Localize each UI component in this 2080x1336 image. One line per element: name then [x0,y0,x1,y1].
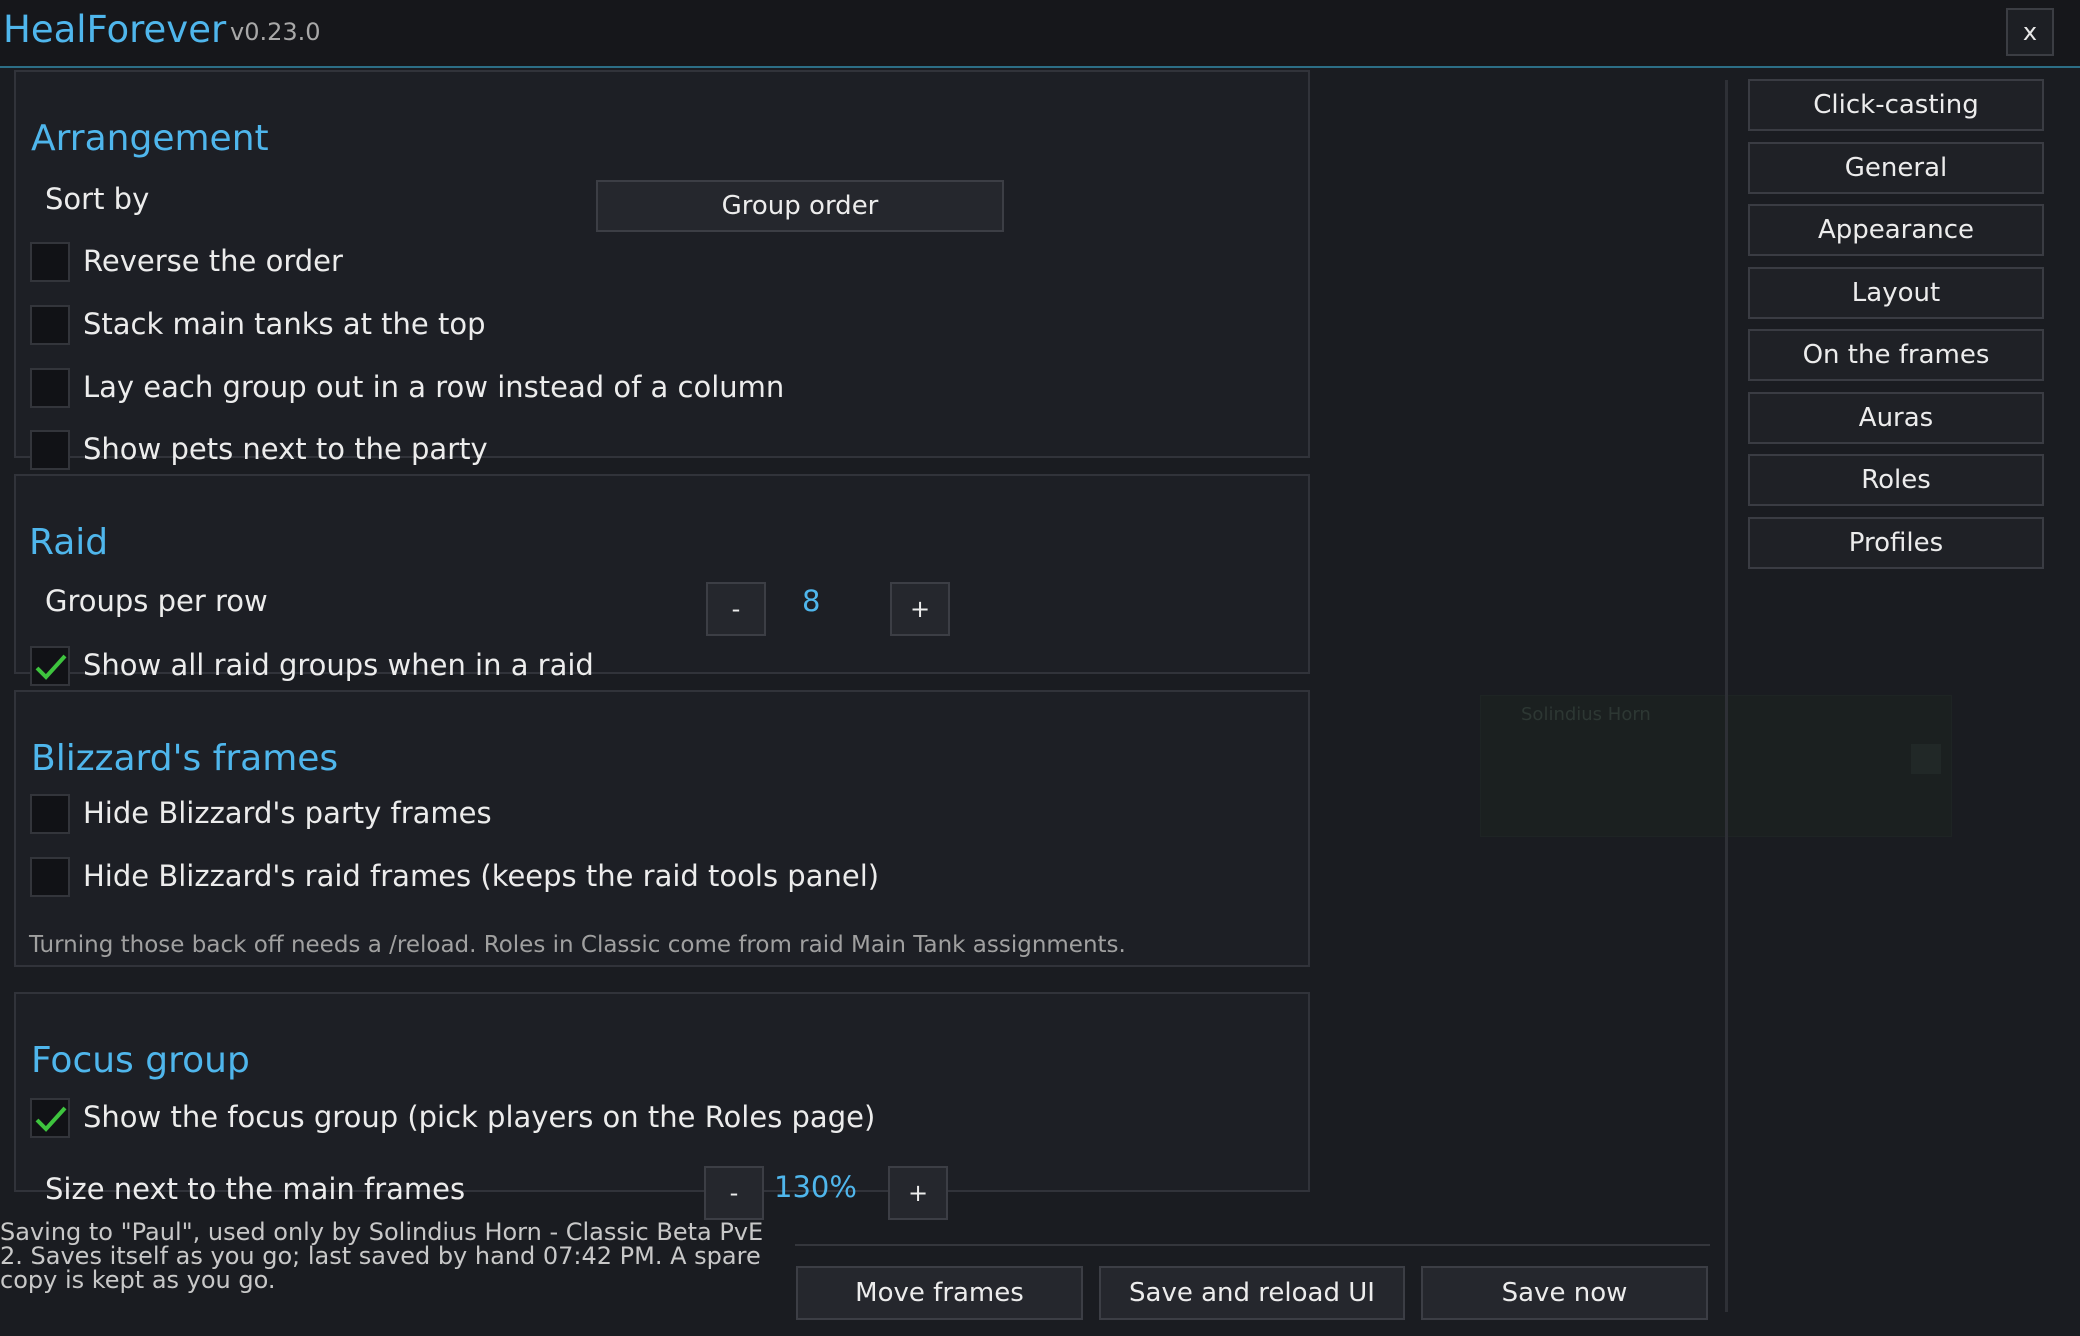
blizzard-frames-panel: Blizzard's frames Hide Blizzard's party … [14,690,1310,967]
nav-auras[interactable]: Auras [1748,392,2044,444]
focus-size-decrement[interactable]: - [704,1166,764,1220]
arrangement-title: Arrangement [31,118,269,159]
sidebar-divider [1725,80,1728,1312]
focus-group-panel: Focus group Show the focus group (pick p… [14,992,1310,1206]
groups-per-row-decrement[interactable]: - [706,582,766,636]
groups-per-row-value: 8 [802,584,821,618]
show-pets-checkbox[interactable] [30,430,70,470]
save-now-button[interactable]: Save now [1421,1266,1708,1320]
checkmark-icon [35,654,67,680]
reverse-order-label: Reverse the order [83,244,343,278]
group-row-checkbox[interactable] [30,368,70,408]
nav-click-casting[interactable]: Click-casting [1748,79,2044,131]
preview-unit-name: Solindius Horn [1521,704,1651,725]
save-status-text: Saving to "Paul", used only by Solindius… [0,1218,764,1294]
nav-general[interactable]: General [1748,142,2044,194]
stack-tanks-label: Stack main tanks at the top [83,307,486,341]
nav-on-the-frames[interactable]: On the frames [1748,329,2044,381]
blizzard-frames-title: Blizzard's frames [31,738,339,779]
footer-divider [795,1244,1710,1246]
groups-per-row-increment[interactable]: + [890,582,950,636]
raid-panel: Raid Groups per row - 8 + Show all raid … [14,474,1310,686]
show-pets-label: Show pets next to the party [83,432,488,466]
preview-role-icon [1911,744,1941,774]
hide-party-frames-checkbox[interactable] [30,794,70,834]
sort-by-label: Sort by [45,182,150,216]
title-bar[interactable]: HealForever v0.23.0 x [0,0,2080,68]
nav-profiles[interactable]: Profiles [1748,517,2044,569]
addon-window: HealForever v0.23.0 x Solindius Horn Arr… [0,0,2080,1336]
move-frames-button[interactable]: Move frames [796,1266,1083,1320]
hide-party-frames-label: Hide Blizzard's party frames [83,796,492,830]
stack-tanks-checkbox[interactable] [30,305,70,345]
focus-size-label: Size next to the main frames [45,1172,466,1206]
reload-note: Turning those back off needs a /reload. … [29,932,1126,958]
app-version: v0.23.0 [230,18,321,46]
nav-appearance[interactable]: Appearance [1748,204,2044,256]
arrangement-panel: Arrangement Sort by Group order Reverse … [14,70,1310,470]
raid-title: Raid [29,522,109,563]
focus-size-increment[interactable]: + [888,1166,948,1220]
sort-by-dropdown[interactable]: Group order [596,180,1004,232]
hide-raid-frames-checkbox[interactable] [30,857,70,897]
show-focus-group-label: Show the focus group (pick players on th… [83,1100,876,1134]
hide-raid-frames-label: Hide Blizzard's raid frames (keeps the r… [83,859,880,893]
app-title: HealForever [3,8,227,51]
save-reload-ui-button[interactable]: Save and reload UI [1099,1266,1405,1320]
close-button[interactable]: x [2006,8,2054,56]
focus-size-value: 130% [774,1170,857,1204]
show-focus-group-checkbox[interactable] [30,1098,70,1138]
reverse-order-checkbox[interactable] [30,242,70,282]
focus-group-title: Focus group [31,1040,250,1081]
show-all-raid-checkbox[interactable] [30,646,70,686]
checkmark-icon [35,1106,67,1132]
nav-layout[interactable]: Layout [1748,267,2044,319]
preview-unit-frame: Solindius Horn [1480,695,1952,837]
show-all-raid-label: Show all raid groups when in a raid [83,648,594,682]
groups-per-row-label: Groups per row [45,584,268,618]
nav-roles[interactable]: Roles [1748,454,2044,506]
group-row-label: Lay each group out in a row instead of a… [83,370,785,404]
